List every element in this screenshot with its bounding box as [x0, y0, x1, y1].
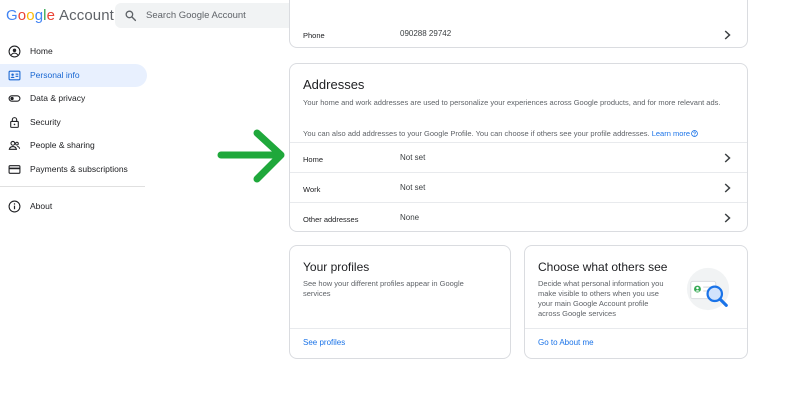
sidebar-item-label: Home — [30, 46, 53, 56]
sidebar-item-label: Personal info — [30, 69, 80, 80]
help-circle-icon — [691, 129, 698, 137]
addresses-note: You can also add addresses to your Googl… — [303, 129, 743, 138]
sidebar-item-about[interactable]: About — [0, 195, 147, 218]
arrow-right-icon — [217, 129, 285, 183]
lock-icon — [10, 116, 19, 128]
phone-value: 090288 29742 — [400, 29, 452, 38]
divider — [290, 328, 510, 329]
addresses-description: Your home and work addresses are used to… — [303, 98, 721, 107]
chevron-right-icon — [724, 30, 731, 40]
go-to-about-me-link[interactable]: Go to About me — [538, 338, 594, 347]
sidebar-item-payments[interactable]: Payments & subscriptions — [0, 158, 147, 181]
info-icon — [8, 200, 21, 212]
see-profiles-link[interactable]: See profiles — [303, 338, 345, 347]
google-account-logo[interactable]: Google Account — [6, 7, 114, 24]
divider — [525, 328, 747, 329]
sidebar-divider — [0, 185, 145, 187]
address-row-work[interactable]: Work Not set — [290, 173, 747, 202]
choose-what-others-see-description: Decide what personal information you mak… — [538, 279, 664, 318]
toggle-icon — [8, 95, 21, 102]
chevron-right-icon — [724, 183, 731, 193]
sidebar-item-label: Payments & subscriptions — [30, 163, 128, 174]
addresses-card: Addresses Your home and work addresses a… — [289, 63, 748, 232]
sidebar-item-label: People & sharing — [30, 140, 95, 150]
sidebar-item-label: About — [30, 200, 53, 211]
choose-what-others-see-title: Choose what others see — [538, 260, 668, 274]
people-icon — [8, 140, 21, 150]
person-circle-icon — [8, 45, 21, 58]
address-row-value: Not set — [400, 153, 426, 162]
contact-info-card: Phone 090288 29742 — [289, 0, 748, 48]
learn-more-link[interactable]: Learn more — [652, 129, 698, 138]
address-row-value: None — [400, 213, 420, 222]
sidebar-item-personal-info[interactable]: Personal info — [0, 63, 147, 87]
credit-card-icon — [8, 164, 21, 174]
sidebar-item-home[interactable]: Home — [0, 40, 147, 63]
chevron-right-icon — [724, 153, 731, 163]
phone-row[interactable]: Phone 090288 29742 — [290, 19, 747, 47]
sidebar-item-data-privacy[interactable]: Data & privacy — [0, 87, 147, 110]
your-profiles-title: Your profiles — [303, 260, 370, 274]
id-card-icon — [8, 70, 21, 80]
search-placeholder: Search Google Account — [146, 10, 246, 21]
sidebar-item-security[interactable]: Security — [0, 111, 147, 134]
address-row-label: Other addresses — [303, 215, 359, 224]
address-row-label: Home — [303, 155, 324, 164]
search-icon — [125, 10, 137, 22]
chevron-right-icon — [724, 213, 731, 223]
profile-visibility-illustration — [686, 267, 730, 311]
your-profiles-description: See how your different profiles appear i… — [303, 279, 464, 298]
phone-label: Phone — [303, 31, 325, 40]
address-row-value: Not set — [400, 183, 426, 192]
sidebar-nav: Home Personal info Data & privacy Securi… — [0, 40, 150, 218]
sidebar-item-label: Data & privacy — [30, 93, 86, 103]
sidebar-item-people-sharing[interactable]: People & sharing — [0, 134, 147, 157]
logo-account-text: Account — [59, 7, 114, 24]
addresses-note-text: You can also add addresses to your Googl… — [303, 129, 650, 138]
choose-what-others-see-card: Choose what others see Decide what perso… — [524, 245, 748, 359]
address-row-label: Work — [303, 185, 321, 194]
address-row-other[interactable]: Other addresses None — [290, 203, 747, 232]
your-profiles-card: Your profiles See how your different pro… — [289, 245, 511, 359]
sidebar-item-label: Security — [30, 116, 61, 127]
address-row-home[interactable]: Home Not set — [290, 143, 747, 172]
addresses-title: Addresses — [303, 77, 365, 92]
